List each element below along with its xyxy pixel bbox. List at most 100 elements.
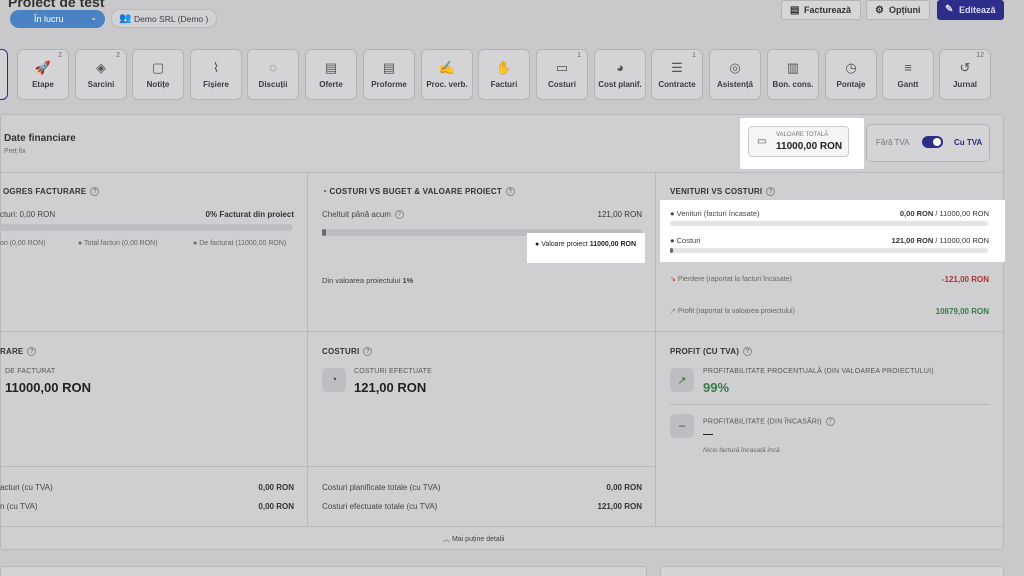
costs-done-value: 121,00 RON bbox=[354, 380, 427, 395]
revenue-vs-costs-title: VENITURI VS COSTURI? bbox=[670, 187, 776, 197]
tab-1[interactable]: ◈ Sarcini 2 bbox=[75, 49, 127, 100]
tab-label: Cost planif. bbox=[598, 80, 642, 89]
tab-label: Gantt bbox=[897, 80, 919, 89]
profit-value: 10879,00 RON bbox=[935, 307, 989, 316]
tab-label: Proc. verb. bbox=[426, 80, 468, 89]
tab-label: Discuții bbox=[258, 80, 288, 89]
tab-count-badge: 1 bbox=[692, 52, 696, 59]
client-pill[interactable]: 👥 Demo SRL (Demo ) bbox=[111, 9, 218, 28]
divider bbox=[670, 404, 990, 405]
revenue-value: 0,00 RON / 11000,00 RON bbox=[899, 209, 989, 218]
note-icon: ▢ bbox=[151, 60, 165, 75]
invoice-icon: ▤ bbox=[790, 5, 800, 16]
revenue-bar bbox=[670, 221, 988, 226]
profit-label: ↗ Profit (raportat la valoarea proiectul… bbox=[670, 308, 795, 315]
trend-up-icon: ↗ bbox=[670, 368, 694, 392]
wallet-icon: ◔ bbox=[322, 187, 328, 196]
divider bbox=[0, 466, 655, 467]
banknote-icon: ▭ bbox=[555, 60, 569, 75]
profit-cash-value: — bbox=[703, 429, 713, 440]
edit-button[interactable]: ✎ Editează bbox=[937, 0, 1004, 20]
options-button[interactable]: ⚙ Opțiuni bbox=[866, 0, 930, 20]
help-icon: ? bbox=[27, 347, 37, 357]
tab-count-badge: 2 bbox=[116, 52, 120, 59]
edit-button-label: Editează bbox=[959, 5, 996, 15]
tab-5[interactable]: ▤ Oferte bbox=[305, 49, 357, 100]
legend-paid: ori (0,00 RON) bbox=[0, 240, 46, 247]
contract-icon: ☰ bbox=[671, 60, 683, 75]
tab-7[interactable]: ✍ Proc. verb. bbox=[421, 49, 473, 100]
status-dropdown[interactable]: În lucru ⌄ bbox=[10, 10, 105, 28]
legend-to-invoice: ● De facturat (11000,00 RON) bbox=[193, 240, 287, 247]
history-icon: ↺ bbox=[959, 60, 971, 75]
help-icon: ? bbox=[363, 347, 373, 357]
project-value-highlight bbox=[527, 233, 645, 263]
financial-panel: Date financiare Preț fix bbox=[0, 114, 1004, 550]
total-value-label: VALOARE TOTALĂ bbox=[776, 132, 829, 138]
profit-section-title: PROFIT (CU TVA)? bbox=[670, 347, 753, 357]
tab-13[interactable]: ▥ Bon. cons. bbox=[767, 49, 819, 100]
edit-icon: ✎ bbox=[945, 4, 954, 15]
billing-row1-label: acturi (cu TVA) bbox=[0, 483, 53, 492]
tab-15[interactable]: ≡ Gantt bbox=[882, 49, 934, 100]
tab-label: Asistență bbox=[716, 80, 753, 89]
divider bbox=[307, 172, 308, 527]
tab-8[interactable]: ✋ Facturi bbox=[478, 49, 530, 100]
to-invoice-value: 11000,00 RON bbox=[5, 380, 92, 395]
total-value-highlight: ▭ VALOARE TOTALĂ 11000,00 RON bbox=[740, 118, 864, 169]
tabs-container: 🚀 Etape 2 ◈ Sarcini 2 ▢ Notițe ⌇ Fișiere ◌ Discuții… bbox=[0, 49, 1024, 101]
project-value-marker: ● Valoare proiect 11000,00 RON bbox=[535, 241, 637, 248]
lifebuoy-icon: ◎ bbox=[729, 60, 741, 75]
tab-6[interactable]: ▤ Proforme bbox=[363, 49, 415, 100]
top-bar: Proiect de test În lucru ⌄ 👥 Demo SRL (D… bbox=[0, 0, 1024, 40]
clock-icon: ◷ bbox=[845, 60, 857, 75]
profit-cash-label: PROFITABILITATE (DIN ÎNCASĂRI)? bbox=[703, 417, 835, 426]
vat-switch[interactable] bbox=[922, 136, 943, 148]
tab-14[interactable]: ◷ Pontaje bbox=[825, 49, 877, 100]
vat-on-label: Cu TVA bbox=[954, 138, 983, 147]
loss-label: ↘ Pierdere (raportat la facturi încasate… bbox=[670, 276, 792, 283]
pct-of-project: Din valoarea proiectului 1% bbox=[322, 276, 414, 285]
tab-label: Pontaje bbox=[836, 80, 866, 89]
tab-label: Bon. cons. bbox=[772, 80, 814, 89]
tab-label: Facturi bbox=[490, 80, 518, 89]
vat-toggle[interactable]: Fără TVA Cu TVA bbox=[866, 124, 990, 162]
spent-fill bbox=[322, 229, 326, 236]
tab-16[interactable]: ↺ Jurnal 12 bbox=[939, 49, 991, 100]
users-icon: 👥 bbox=[119, 13, 132, 24]
tab-label: Sarcini bbox=[87, 80, 115, 89]
help-icon: ? bbox=[394, 210, 404, 220]
tab-10[interactable]: ◕ Cost planif. bbox=[594, 49, 646, 100]
costs-fill bbox=[670, 248, 674, 253]
tab-12[interactable]: ◎ Asistență bbox=[709, 49, 761, 100]
costs-done-label: COSTURI EFECTUATE bbox=[354, 368, 432, 375]
invoice-button-label: Facturează bbox=[804, 5, 852, 15]
tab-label: Fișiere bbox=[203, 80, 229, 89]
invoice-button[interactable]: ▤ Facturează bbox=[781, 0, 861, 20]
tab-0[interactable]: 🚀 Etape 2 bbox=[17, 49, 69, 100]
total-value-card: ▭ VALOARE TOTALĂ 11000,00 RON bbox=[748, 126, 849, 157]
divider bbox=[655, 172, 656, 527]
costs-bar bbox=[670, 248, 988, 253]
tab-label: Jurnal bbox=[952, 80, 977, 89]
trend-up-icon: ↗ bbox=[670, 308, 676, 315]
tab-9[interactable]: ▭ Costuri 1 bbox=[536, 49, 588, 100]
gantt-icon: ≡ bbox=[904, 60, 912, 75]
less-details-link[interactable]: ︿ Mai puține detalii bbox=[443, 534, 504, 544]
tab-2[interactable]: ▢ Notițe bbox=[132, 49, 184, 100]
costs-row2-label: Costuri efectuate totale (cu TVA) bbox=[322, 502, 438, 511]
billing-progress-title: OGRES FACTURARE? bbox=[3, 187, 100, 197]
tab-3[interactable]: ⌇ Fișiere bbox=[190, 49, 242, 100]
billing-progress-bar bbox=[0, 224, 293, 231]
billing-row1-value: 0,00 RON bbox=[258, 483, 294, 492]
loss-value: -121,00 RON bbox=[941, 275, 989, 284]
paperclip-icon: ⌇ bbox=[212, 60, 220, 75]
tab-label: Notițe bbox=[146, 80, 170, 89]
help-icon: ? bbox=[825, 417, 835, 426]
tab-label: Etape bbox=[32, 80, 54, 89]
tab-4[interactable]: ◌ Discuții bbox=[247, 49, 299, 100]
tab-11[interactable]: ☰ Contracte 1 bbox=[651, 49, 703, 100]
rocket-icon: 🚀 bbox=[34, 60, 52, 75]
hand-money-icon: ✋ bbox=[495, 60, 513, 75]
financial-title: Date financiare bbox=[4, 133, 76, 144]
